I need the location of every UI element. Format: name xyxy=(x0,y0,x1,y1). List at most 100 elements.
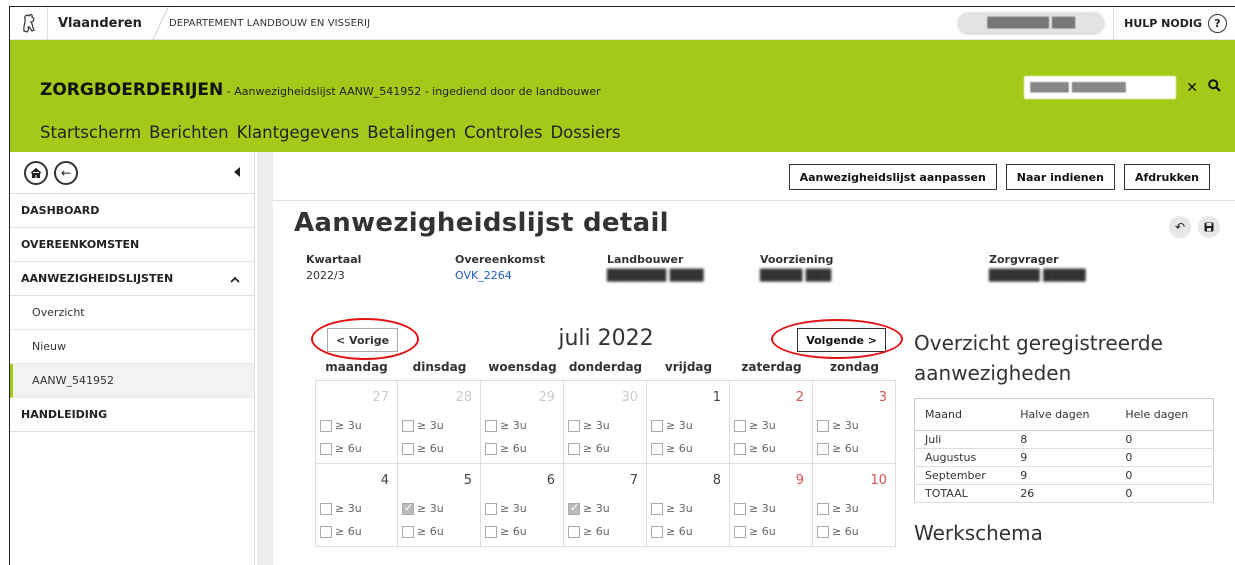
app-window: Vlaanderen DEPARTEMENT LANDBOUW EN VISSE… xyxy=(9,6,1235,565)
day-number: 4 xyxy=(380,473,389,488)
meta-value: █████ ███ xyxy=(760,269,832,282)
checkbox-6h[interactable]: ≥ 6u xyxy=(320,525,362,538)
checkbox-6h[interactable]: ≥ 6u xyxy=(402,525,444,538)
checkbox-6h[interactable]: ≥ 6u xyxy=(734,442,776,455)
checkbox-6h[interactable]: ≥ 6u xyxy=(568,442,610,455)
sidebar-item-overeenkomsten[interactable]: OVEREENKOMSTEN xyxy=(10,228,254,262)
checkbox-3h[interactable]: ≥ 3u xyxy=(320,502,362,515)
checkbox[interactable] xyxy=(734,502,746,515)
checkbox[interactable] xyxy=(734,419,746,432)
print-button[interactable]: Afdrukken xyxy=(1123,164,1210,190)
nav-controles[interactable]: Controles xyxy=(464,123,542,142)
checkbox-3h[interactable]: ≥ 3u xyxy=(402,419,444,432)
agreement-link[interactable]: OVK_2264 xyxy=(455,269,545,282)
checkbox-3h[interactable]: ≥ 3u xyxy=(568,501,610,515)
checkbox[interactable] xyxy=(485,442,497,455)
checkbox[interactable] xyxy=(568,442,580,455)
checkbox[interactable] xyxy=(651,419,663,432)
calendar-day: 29 ≥ 3u ≥ 6u xyxy=(481,381,564,464)
sidebar-subitem-overzicht[interactable]: Overzicht xyxy=(10,296,254,330)
checkbox-6h[interactable]: ≥ 6u xyxy=(817,442,859,455)
checkbox-6h[interactable]: ≥ 6u xyxy=(817,525,859,538)
checkbox-3h[interactable]: ≥ 3u xyxy=(817,419,859,432)
checkbox-3h[interactable]: ≥ 3u xyxy=(485,419,527,432)
weekday-label: vrijdag xyxy=(664,360,713,374)
department-name[interactable]: DEPARTEMENT LANDBOUW EN VISSERIJ xyxy=(169,18,370,29)
nav-betalingen[interactable]: Betalingen xyxy=(367,123,456,142)
divider xyxy=(273,200,1235,201)
sidebar-item-aanwezigheidslijsten[interactable]: AANWEZIGHEIDSLIJSTEN xyxy=(10,262,254,296)
search-input[interactable] xyxy=(1024,76,1177,99)
table-cell: 26 xyxy=(1010,484,1116,503)
undo-icon[interactable]: ↶ xyxy=(1169,216,1191,238)
home-icon[interactable] xyxy=(24,160,48,185)
checkbox[interactable] xyxy=(402,501,414,515)
checkbox[interactable] xyxy=(568,419,580,432)
checkbox-3h[interactable]: ≥ 3u xyxy=(402,501,444,515)
checkbox[interactable] xyxy=(320,419,332,432)
checkbox-6h[interactable]: ≥ 6u xyxy=(485,442,527,455)
help-button[interactable]: HULP NODIG ? xyxy=(1124,13,1227,33)
checkbox-6h[interactable]: ≥ 6u xyxy=(320,442,362,455)
checkbox-6h[interactable]: ≥ 6u xyxy=(485,525,527,538)
checkbox-6h[interactable]: ≥ 6u xyxy=(651,442,693,455)
search-icon[interactable] xyxy=(1208,79,1221,96)
checkbox[interactable] xyxy=(651,502,663,515)
clear-search-icon[interactable]: ✕ xyxy=(1186,80,1198,96)
checkbox-3h[interactable]: ≥ 3u xyxy=(651,419,693,432)
back-arrow-icon[interactable]: ← xyxy=(54,160,78,185)
checkbox[interactable] xyxy=(734,525,746,538)
sidebar-item-handleiding[interactable]: HANDLEIDING xyxy=(10,398,254,432)
brand-name[interactable]: Vlaanderen xyxy=(48,16,152,31)
checkbox-6h[interactable]: ≥ 6u xyxy=(734,525,776,538)
checkbox-3h[interactable]: ≥ 3u xyxy=(734,419,776,432)
checkbox[interactable] xyxy=(817,502,829,515)
checkbox-3h[interactable]: ≥ 3u xyxy=(568,419,610,432)
nav-berichten[interactable]: Berichten xyxy=(149,123,228,142)
user-profile-button[interactable]: ████████ ███ xyxy=(957,11,1106,35)
checkbox-3h[interactable]: ≥ 3u xyxy=(817,502,859,515)
nav-dossiers[interactable]: Dossiers xyxy=(550,123,620,142)
page-actions: ↶ xyxy=(1169,216,1220,238)
checkbox[interactable] xyxy=(320,525,332,538)
submit-button[interactable]: Naar indienen xyxy=(1005,164,1115,190)
checkbox[interactable] xyxy=(568,501,580,515)
checkbox[interactable] xyxy=(485,525,497,538)
save-icon[interactable] xyxy=(1198,216,1220,238)
checkbox[interactable] xyxy=(651,442,663,455)
checkbox[interactable] xyxy=(734,442,746,455)
sidebar-subitem-current-list[interactable]: AANW_541952 xyxy=(10,364,254,398)
checkbox[interactable] xyxy=(402,442,414,455)
chevron-up-icon[interactable] xyxy=(230,272,240,286)
checkbox[interactable] xyxy=(568,525,580,538)
checkbox[interactable] xyxy=(320,442,332,455)
checkbox[interactable] xyxy=(320,502,332,515)
day-number: 2 xyxy=(795,390,804,405)
checkbox-6h[interactable]: ≥ 6u xyxy=(568,525,610,538)
flemish-lion-logo-icon[interactable] xyxy=(10,7,48,40)
nav-startscherm[interactable]: Startscherm xyxy=(40,123,141,142)
column-header: Halve dagen xyxy=(1010,398,1116,431)
checkbox-3h[interactable]: ≥ 3u xyxy=(320,419,362,432)
checkbox-3h[interactable]: ≥ 3u xyxy=(651,502,693,515)
checkbox[interactable] xyxy=(485,502,497,515)
checkbox[interactable] xyxy=(817,442,829,455)
collapse-sidebar-icon[interactable] xyxy=(234,167,240,177)
checkbox[interactable] xyxy=(817,419,829,432)
nav-klantgegevens[interactable]: Klantgegevens xyxy=(237,123,360,142)
checkbox-6h[interactable]: ≥ 6u xyxy=(651,525,693,538)
checkbox[interactable] xyxy=(402,419,414,432)
table-row: September 9 0 xyxy=(914,466,1214,485)
checkbox[interactable] xyxy=(485,419,497,432)
checkbox[interactable] xyxy=(651,525,663,538)
calendar-day: 2 ≥ 3u ≥ 6u xyxy=(730,381,813,464)
checkbox[interactable] xyxy=(402,525,414,538)
sidebar-subitem-nieuw[interactable]: Nieuw xyxy=(10,330,254,364)
checkbox[interactable] xyxy=(817,525,829,538)
checkbox-3h[interactable]: ≥ 3u xyxy=(734,502,776,515)
adjust-list-button[interactable]: Aanwezigheidslijst aanpassen xyxy=(788,164,997,190)
day-number: 10 xyxy=(870,473,887,488)
sidebar-item-dashboard[interactable]: DASHBOARD xyxy=(10,194,254,228)
checkbox-6h[interactable]: ≥ 6u xyxy=(402,442,444,455)
checkbox-3h[interactable]: ≥ 3u xyxy=(485,502,527,515)
